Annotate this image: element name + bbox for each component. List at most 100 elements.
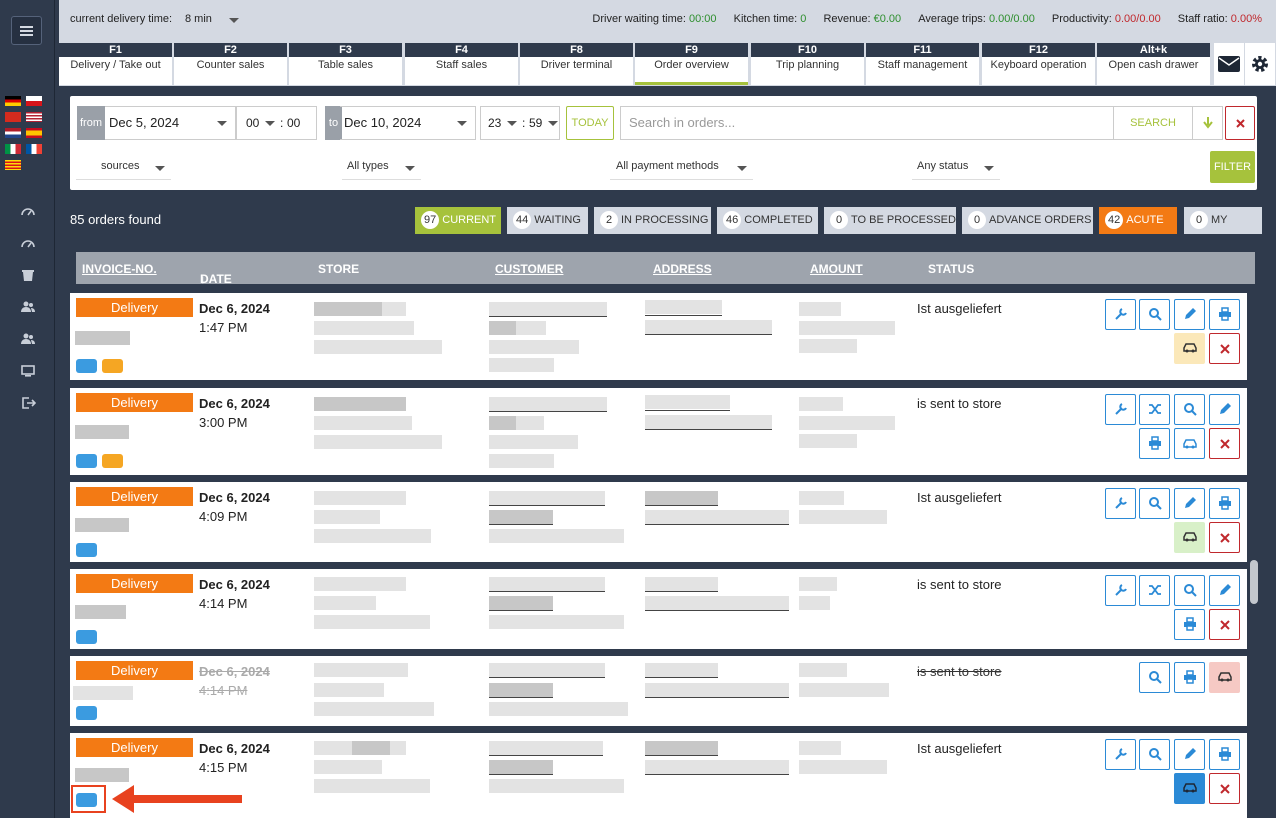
table-row[interactable]: Delivery Dec 6, 2024 4:09 PM Ist ausgeli… bbox=[70, 482, 1247, 562]
flag-es-icon[interactable] bbox=[26, 128, 42, 138]
delete-button[interactable] bbox=[1209, 773, 1240, 804]
edit-tools-button[interactable] bbox=[1105, 739, 1136, 770]
col-invoice[interactable]: INVOICE-NO. bbox=[82, 262, 157, 276]
speedometer-icon[interactable] bbox=[76, 454, 97, 468]
nav-shop[interactable] bbox=[0, 261, 55, 289]
view-button[interactable] bbox=[1139, 299, 1170, 330]
tab-keyboard-operation[interactable]: F12 Keyboard operation bbox=[982, 43, 1095, 85]
edit-tools-button[interactable] bbox=[1105, 299, 1136, 330]
from-date-select[interactable]: Dec 5, 2024 bbox=[105, 106, 236, 140]
sources-select[interactable]: sources bbox=[76, 156, 171, 180]
pill-advance-orders[interactable]: 0 ADVANCE ORDERS bbox=[962, 207, 1093, 234]
nav-users[interactable] bbox=[0, 293, 55, 321]
flag-fr-icon[interactable] bbox=[26, 144, 42, 154]
print-button[interactable] bbox=[1139, 428, 1170, 459]
table-row[interactable]: Delivery Dec 6, 2024 4:15 PM Ist ausgeli… bbox=[70, 733, 1247, 818]
reassign-button[interactable] bbox=[1139, 575, 1170, 606]
pill-in-processing[interactable]: 2 IN PROCESSING bbox=[594, 207, 711, 234]
tab-table-sales[interactable]: F3 Table sales bbox=[289, 43, 402, 85]
nav-staff[interactable] bbox=[0, 325, 55, 353]
status-select[interactable]: Any status bbox=[912, 156, 1000, 180]
today-button[interactable]: TODAY bbox=[566, 106, 614, 140]
flag-us-icon[interactable] bbox=[26, 112, 42, 122]
edit-button[interactable] bbox=[1209, 575, 1240, 606]
col-amount[interactable]: AMOUNT bbox=[810, 262, 863, 276]
view-button[interactable] bbox=[1139, 488, 1170, 519]
speedometer-icon[interactable] bbox=[76, 543, 97, 557]
comment-icon[interactable] bbox=[102, 454, 123, 468]
pill-to-be-processed[interactable]: 0 TO BE PROCESSED bbox=[824, 207, 956, 234]
delete-button[interactable] bbox=[1209, 609, 1240, 640]
pill-acute[interactable]: 42 ACUTE bbox=[1099, 207, 1177, 234]
driver-button[interactable] bbox=[1174, 522, 1205, 553]
tab-order-overview[interactable]: F9 Order overview bbox=[635, 43, 748, 85]
flag-it-icon[interactable] bbox=[5, 144, 21, 154]
delivery-time-select[interactable]: 8 min bbox=[185, 8, 243, 30]
col-address[interactable]: ADDRESS bbox=[653, 262, 712, 276]
pill-waiting[interactable]: 44 WAITING bbox=[507, 207, 588, 234]
clear-button[interactable] bbox=[1225, 106, 1255, 140]
speedometer-icon[interactable] bbox=[76, 630, 97, 644]
pill-current[interactable]: 97 CURRENT bbox=[415, 207, 501, 234]
edit-tools-button[interactable] bbox=[1105, 394, 1136, 425]
print-button[interactable] bbox=[1209, 299, 1240, 330]
menu-button[interactable] bbox=[11, 16, 42, 45]
scrollbar-thumb[interactable] bbox=[1250, 560, 1258, 604]
flag-nl-icon[interactable] bbox=[5, 128, 21, 138]
nav-dashboard[interactable] bbox=[0, 197, 55, 225]
nav-statistics[interactable] bbox=[0, 229, 55, 257]
flag-catalan-icon[interactable] bbox=[5, 160, 21, 170]
comment-icon[interactable] bbox=[102, 359, 123, 373]
view-button[interactable] bbox=[1139, 662, 1170, 693]
table-row[interactable]: Delivery Dec 6, 2024 4:14 PM is sent to … bbox=[70, 656, 1247, 726]
driver-button[interactable] bbox=[1209, 662, 1240, 693]
view-button[interactable] bbox=[1174, 394, 1205, 425]
edit-button[interactable] bbox=[1209, 394, 1240, 425]
to-date-select[interactable]: Dec 10, 2024 bbox=[340, 106, 476, 140]
flag-cz-icon[interactable] bbox=[26, 96, 42, 106]
edit-button[interactable] bbox=[1174, 739, 1205, 770]
reassign-button[interactable] bbox=[1139, 394, 1170, 425]
speedometer-icon[interactable] bbox=[76, 706, 97, 720]
tab-driver-terminal[interactable]: F8 Driver terminal bbox=[520, 43, 633, 85]
delete-button[interactable] bbox=[1209, 522, 1240, 553]
print-button[interactable] bbox=[1174, 609, 1205, 640]
to-time-select[interactable]: 23 : 59 bbox=[480, 106, 560, 140]
tab-staff-management[interactable]: F11 Staff management bbox=[866, 43, 979, 85]
download-button[interactable] bbox=[1193, 106, 1223, 140]
edit-tools-button[interactable] bbox=[1105, 575, 1136, 606]
flag-ch-icon[interactable] bbox=[5, 112, 21, 122]
view-button[interactable] bbox=[1139, 739, 1170, 770]
driver-button[interactable] bbox=[1174, 773, 1205, 804]
driver-button[interactable] bbox=[1174, 428, 1205, 459]
driver-button[interactable] bbox=[1174, 333, 1205, 364]
view-button[interactable] bbox=[1174, 575, 1205, 606]
print-button[interactable] bbox=[1174, 662, 1205, 693]
tab-counter-sales[interactable]: F2 Counter sales bbox=[174, 43, 287, 85]
print-button[interactable] bbox=[1209, 739, 1240, 770]
table-row[interactable]: Delivery Dec 6, 2024 3:00 PM is sent to … bbox=[70, 388, 1247, 475]
pill-completed[interactable]: 46 COMPLETED bbox=[717, 207, 818, 234]
settings-button[interactable] bbox=[1245, 43, 1275, 85]
tab-open-cash-drawer[interactable]: Alt+k Open cash drawer bbox=[1097, 43, 1210, 85]
tab-delivery-take-out[interactable]: F1 Delivery / Take out bbox=[59, 43, 172, 85]
from-time-select[interactable]: 00 : 00 bbox=[236, 106, 317, 140]
filter-button[interactable]: FILTER bbox=[1210, 151, 1255, 183]
pill-my[interactable]: 0 MY bbox=[1184, 207, 1262, 234]
edit-button[interactable] bbox=[1174, 299, 1205, 330]
tab-trip-planning[interactable]: F10 Trip planning bbox=[751, 43, 864, 85]
delete-button[interactable] bbox=[1209, 333, 1240, 364]
payment-methods-select[interactable]: All payment methods bbox=[610, 156, 753, 180]
edit-tools-button[interactable] bbox=[1105, 488, 1136, 519]
delete-button[interactable] bbox=[1209, 428, 1240, 459]
table-row[interactable]: Delivery Dec 6, 2024 4:14 PM is sent to … bbox=[70, 569, 1247, 649]
table-row[interactable]: Delivery Dec 6, 2024 1:47 PM Ist ausgeli… bbox=[70, 293, 1247, 380]
tab-staff-sales[interactable]: F4 Staff sales bbox=[405, 43, 518, 85]
nav-display[interactable] bbox=[0, 357, 55, 385]
messages-button[interactable] bbox=[1214, 43, 1244, 85]
flag-de-icon[interactable] bbox=[5, 96, 21, 106]
search-button[interactable]: SEARCH bbox=[1113, 106, 1193, 140]
edit-button[interactable] bbox=[1174, 488, 1205, 519]
speedometer-icon[interactable] bbox=[76, 359, 97, 373]
print-button[interactable] bbox=[1209, 488, 1240, 519]
